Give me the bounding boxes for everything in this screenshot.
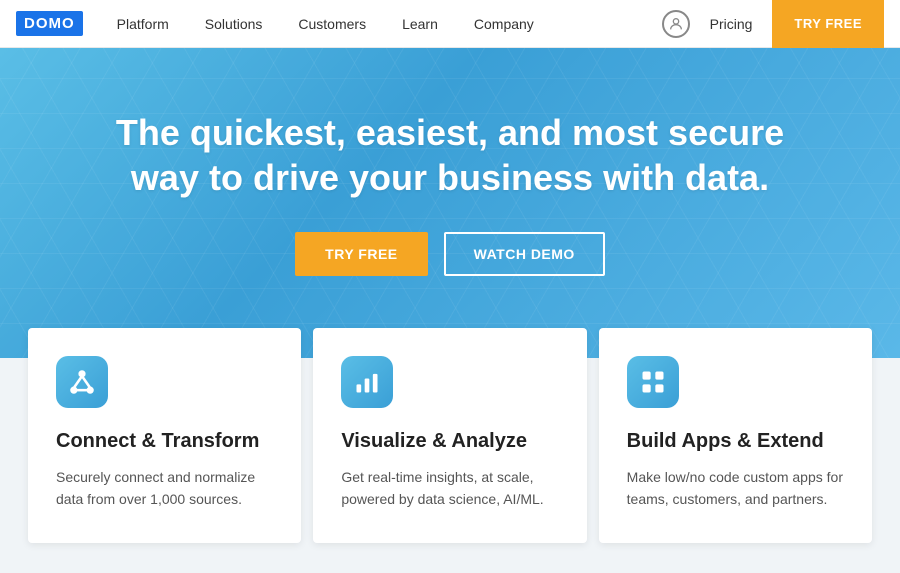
- hero-title: The quickest, easiest, and most secure w…: [90, 110, 810, 200]
- chart-icon: [353, 368, 381, 396]
- hero-try-free-button[interactable]: TRY FREE: [295, 232, 427, 276]
- cards-section: Connect & Transform Securely connect and…: [0, 358, 900, 573]
- card-connect-title: Connect & Transform: [56, 428, 273, 454]
- grid-icon: [639, 368, 667, 396]
- nav-company[interactable]: Company: [456, 0, 552, 48]
- card-build-title: Build Apps & Extend: [627, 428, 844, 454]
- grid-icon-bg: [627, 356, 679, 408]
- hero-buttons: TRY FREE WATCH DEMO: [295, 232, 605, 276]
- nav-learn[interactable]: Learn: [384, 0, 456, 48]
- navbar: DOMO Platform Solutions Customers Learn …: [0, 0, 900, 48]
- card-connect: Connect & Transform Securely connect and…: [28, 328, 301, 543]
- hero-watch-demo-button[interactable]: WATCH DEMO: [444, 232, 605, 276]
- card-build-desc: Make low/no code custom apps for teams, …: [627, 466, 844, 511]
- nav-links: Platform Solutions Customers Learn Compa…: [99, 0, 662, 48]
- logo[interactable]: DOMO: [16, 11, 83, 36]
- hero-section: The quickest, easiest, and most secure w…: [0, 48, 900, 358]
- connect-icon-bg: [56, 356, 108, 408]
- card-connect-desc: Securely connect and normalize data from…: [56, 466, 273, 511]
- nav-solutions[interactable]: Solutions: [187, 0, 281, 48]
- nav-customers[interactable]: Customers: [280, 0, 384, 48]
- logo-text: DOMO: [16, 11, 83, 36]
- card-visualize-title: Visualize & Analyze: [341, 428, 558, 454]
- chart-icon-bg: [341, 356, 393, 408]
- connect-icon: [68, 368, 96, 396]
- nav-right: Pricing TRY FREE: [662, 0, 884, 48]
- card-build: Build Apps & Extend Make low/no code cus…: [599, 328, 872, 543]
- card-visualize-desc: Get real-time insights, at scale, powere…: [341, 466, 558, 511]
- card-visualize: Visualize & Analyze Get real-time insigh…: [313, 328, 586, 543]
- user-icon[interactable]: [662, 10, 690, 38]
- pricing-link[interactable]: Pricing: [702, 16, 761, 32]
- try-free-nav-button[interactable]: TRY FREE: [772, 0, 884, 48]
- nav-platform[interactable]: Platform: [99, 0, 187, 48]
